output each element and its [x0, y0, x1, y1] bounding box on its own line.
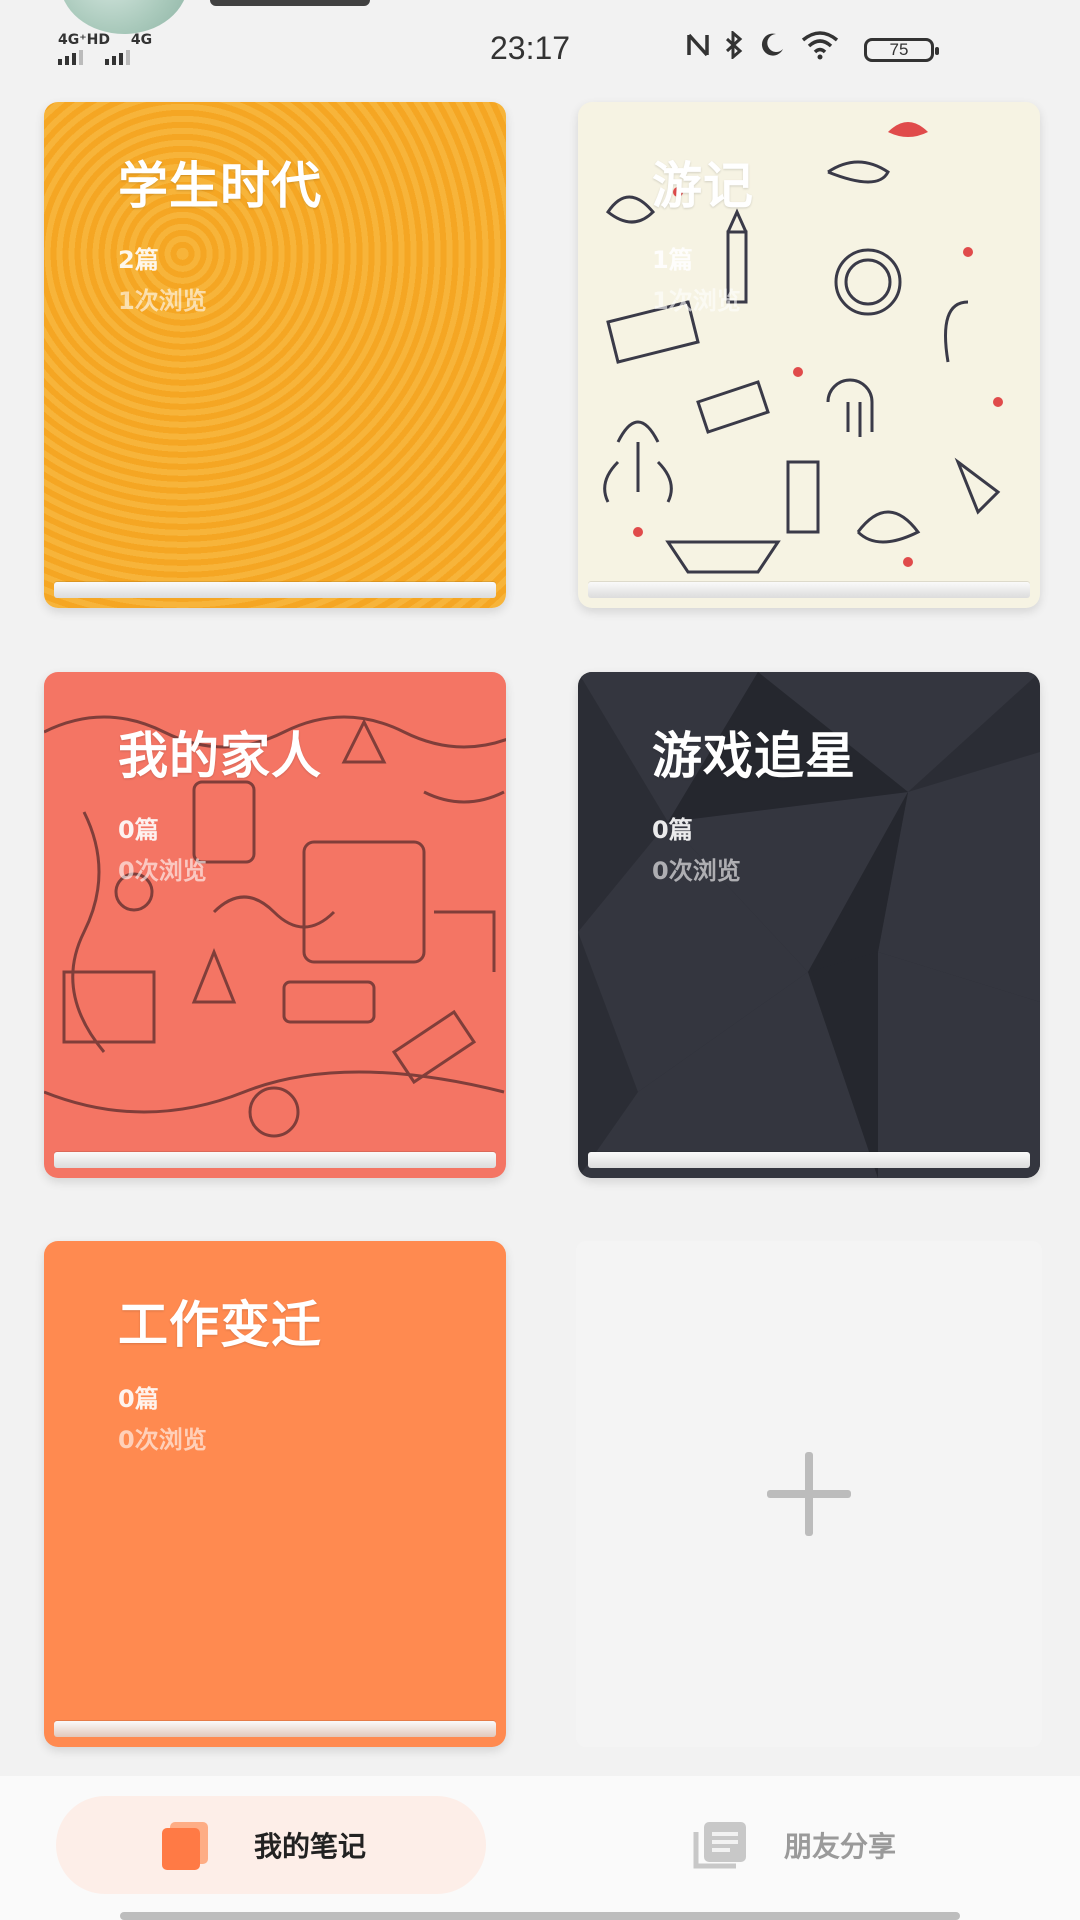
notebook-pages-edge: [588, 582, 1030, 598]
notebook-article-count: 0篇: [118, 816, 159, 844]
nfc-icon: [687, 33, 709, 57]
bottom-tab-bar: 我的笔记 朋友分享: [0, 1776, 1080, 1920]
notebook-article-count: 0篇: [118, 1385, 159, 1413]
avatar[interactable]: [60, 0, 188, 34]
notebook-title: 游记: [652, 157, 754, 215]
notebook-pages-edge: [54, 582, 496, 598]
notebook-info: 游戏追星 0篇 0次浏览: [652, 716, 856, 886]
notebook-title: 游戏追星: [652, 727, 856, 785]
notebook-info: 我的家人 0篇 0次浏览: [118, 716, 322, 886]
home-indicator[interactable]: [120, 1912, 960, 1920]
notebook-info: 学生时代 2篇 1次浏览: [118, 146, 322, 316]
moon-icon: [761, 33, 783, 56]
signal-bars-sim1-icon: [58, 50, 83, 65]
notebook-pages-edge: [54, 1721, 496, 1737]
notebook-info: 工作变迁 0篇 0次浏览: [118, 1285, 322, 1455]
notebook-pages-edge: [588, 1152, 1030, 1168]
tab-friend-share[interactable]: 朋友分享: [690, 1796, 990, 1894]
wifi-icon: [801, 31, 839, 60]
status-bar: 4G⁺HD 4G 23:17 75: [0, 0, 1080, 96]
notebook-stack-icon: [158, 1818, 212, 1872]
notebook-card[interactable]: 游记 1篇 1次浏览: [578, 102, 1040, 608]
plus-icon: [767, 1452, 851, 1536]
tab-label: 我的笔记: [254, 1830, 367, 1863]
notebook-pages-edge: [54, 1152, 496, 1168]
notebook-info: 游记 1篇 1次浏览: [652, 146, 754, 316]
network-label-sim2: 4G: [130, 32, 153, 48]
battery-indicator: 75: [864, 38, 939, 62]
shared-notes-icon: [690, 1818, 746, 1872]
tab-my-notes[interactable]: 我的笔记: [56, 1796, 486, 1894]
notebook-view-count: 1次浏览: [652, 287, 741, 315]
network-label-sim1: 4G⁺HD: [58, 32, 110, 48]
notebook-view-count: 0次浏览: [118, 857, 207, 885]
travel-pattern-illustration: [603, 122, 1003, 574]
username-partial: [210, 0, 370, 6]
notebook-title: 工作变迁: [118, 1296, 322, 1354]
notebook-card[interactable]: 工作变迁 0篇 0次浏览: [44, 1241, 506, 1747]
tab-label: 朋友分享: [784, 1830, 897, 1863]
notebook-card[interactable]: 我的家人 0篇 0次浏览: [44, 672, 506, 1178]
notebook-title: 我的家人: [118, 727, 322, 785]
notebook-article-count: 1篇: [652, 246, 693, 274]
signal-indicators: 4G⁺HD 4G: [58, 32, 168, 65]
notebook-view-count: 0次浏览: [118, 1426, 207, 1454]
notebook-card[interactable]: 学生时代 2篇 1次浏览: [44, 102, 506, 608]
add-notebook-button[interactable]: [576, 1241, 1042, 1747]
notebook-title: 学生时代: [118, 157, 322, 215]
notebook-view-count: 1次浏览: [118, 287, 207, 315]
notebook-view-count: 0次浏览: [652, 857, 741, 885]
system-icons: [686, 30, 840, 60]
notebook-card[interactable]: 游戏追星 0篇 0次浏览: [578, 672, 1040, 1178]
notebook-article-count: 0篇: [652, 816, 693, 844]
notebook-article-count: 2篇: [118, 246, 159, 274]
bluetooth-icon: [725, 31, 743, 59]
signal-bars-sim2-icon: [105, 50, 130, 65]
status-clock: 23:17: [490, 30, 571, 66]
